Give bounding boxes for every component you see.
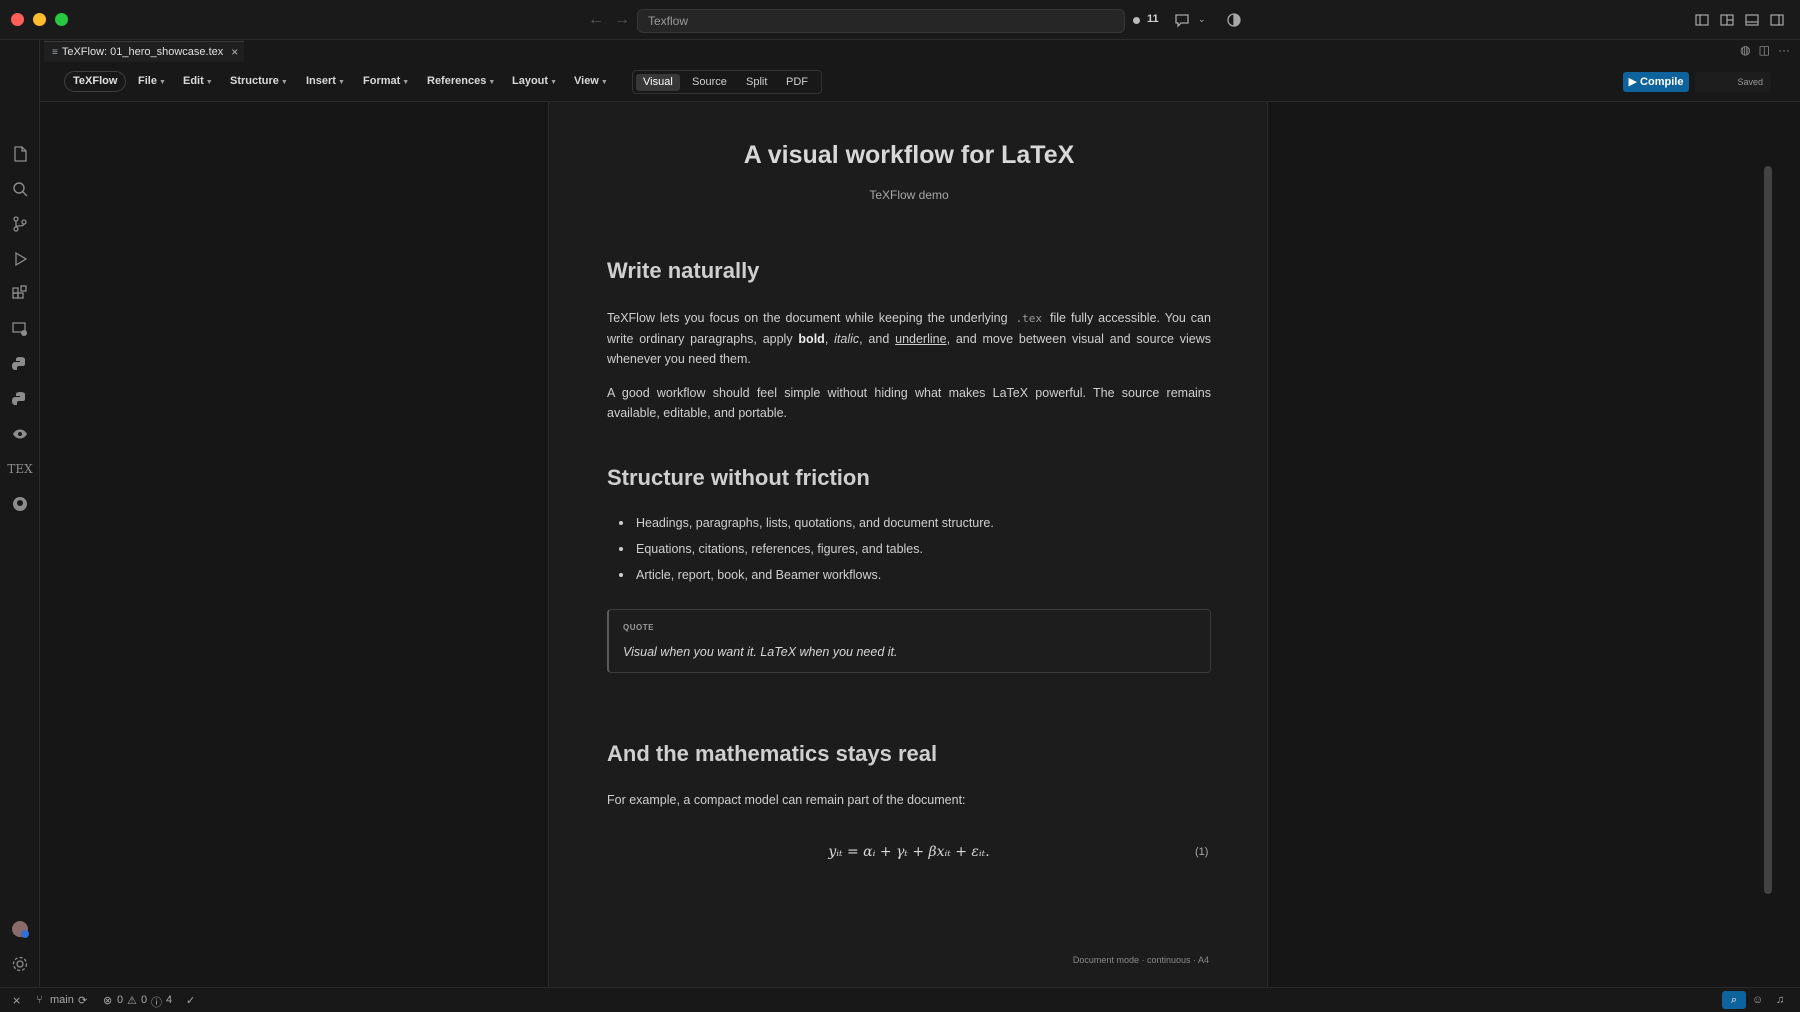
texflow-toolbar: TeXFlow File ▼ Edit ▼ Structure ▼ Insert ▼ F… [40,62,1800,102]
chevron-down-icon[interactable]: ⌄ [1198,14,1214,30]
paragraph-mathematics[interactable]: For example, a compact model can remain … [607,790,1211,810]
info-count[interactable]: 4 [166,994,172,1006]
account-avatar[interactable] [9,918,31,940]
toggle-secondary-sidebar-icon[interactable] [1769,12,1785,28]
warning-count[interactable]: 0 [141,994,147,1006]
saved-status: Saved [1695,72,1771,92]
list-item[interactable]: Article, report, book, and Beamer workfl… [607,566,1211,592]
source-control-icon[interactable] [9,213,31,235]
section-heading-structure[interactable]: Structure without friction [607,465,870,491]
warning-icon[interactable]: ⚠ [127,994,137,1007]
close-window-button[interactable] [11,13,24,26]
view-mode-switcher: Visual Source Split PDF [632,70,822,94]
tex-icon[interactable]: TEX [7,458,32,480]
chat-icon[interactable] [1174,12,1190,28]
error-count[interactable]: 0 [117,994,123,1006]
list-item[interactable]: Equations, citations, references, figure… [607,540,1211,566]
menu-view[interactable]: View ▼ [574,75,608,87]
command-center-title: Texflow [648,14,689,28]
remote-explorer-icon[interactable] [9,318,31,340]
list-item[interactable]: Headings, paragraphs, lists, quotations,… [607,514,1211,540]
zoom-search-icon[interactable]: ⌕ [1722,991,1746,1009]
italic-text: italic [834,332,860,346]
menu-structure[interactable]: Structure ▼ [230,75,288,87]
gear-icon[interactable] [9,953,31,975]
file-icon: ≡ [52,46,58,58]
view-source-button[interactable]: Source [685,74,734,91]
bold-text: bold [798,332,825,346]
menu-edit[interactable]: Edit ▼ [183,75,213,87]
brand-pill[interactable]: TeXFlow [64,71,127,92]
view-split-button[interactable]: Split [739,74,774,91]
menu-references[interactable]: References ▼ [427,75,495,87]
equation-number: (1) [1195,846,1209,858]
sync-icon[interactable]: ⟳ [78,994,87,1007]
copilot-status-icon[interactable]: ☺ [1752,994,1763,1006]
vertical-scrollbar[interactable] [1764,166,1772,894]
paragraph-write-naturally-1[interactable]: TeXFlow lets you focus on the document w… [607,308,1211,369]
info-icon[interactable]: ⓘ [151,994,162,1010]
customize-layout-icon[interactable] [1719,12,1735,28]
notification-count: 11 [1147,13,1159,25]
document-page[interactable]: A visual workflow for LaTeX TeXFlow demo… [548,102,1268,987]
run-debug-icon[interactable] [9,248,31,270]
menu-format[interactable]: Format ▼ [363,75,409,87]
editor-area: A visual workflow for LaTeX TeXFlow demo… [40,102,1800,987]
quote-label: QUOTE [623,623,654,632]
branch-icon[interactable]: ⑂ [36,994,43,1006]
search-icon[interactable] [9,178,31,200]
back-arrow-icon[interactable]: ← [588,11,604,29]
extensions-icon[interactable] [9,283,31,305]
github-icon[interactable] [9,493,31,515]
underline-text: underline [895,332,947,346]
title-bar: ← → Texflow 11 ⌄ [0,0,1800,40]
section-heading-write-naturally[interactable]: Write naturally [607,258,759,284]
close-icon[interactable]: × [231,45,238,59]
inline-code: .tex [1015,312,1043,325]
command-center[interactable]: Texflow [637,9,1125,33]
editor-tab-bar: ≡ TeXFlow: 01_hero_showcase.tex × ◍ ◫ ··… [40,40,1800,62]
unsaved-dot-icon [1133,17,1140,24]
bullet-list: Headings, paragraphs, lists, quotations,… [607,514,1211,592]
toggle-primary-sidebar-icon[interactable] [1694,12,1710,28]
forward-arrow-icon[interactable]: → [614,11,630,29]
tab-hero-showcase[interactable]: ≡ TeXFlow: 01_hero_showcase.tex × [44,41,244,62]
paragraph-write-naturally-2[interactable]: A good workflow should feel simple witho… [607,383,1211,423]
python-icon[interactable] [9,353,31,375]
display-equation[interactable]: yᵢₜ = αᵢ + γₜ + βxᵢₜ + εᵢₜ. [549,844,1269,860]
check-icon[interactable]: ✓ [186,994,195,1007]
maximize-window-button[interactable] [55,13,68,26]
copilot-icon[interactable] [1226,12,1242,28]
section-heading-mathematics[interactable]: And the mathematics stays real [607,741,937,767]
bell-icon[interactable]: ♫ [1776,994,1784,1006]
minimize-window-button[interactable] [33,13,46,26]
view-visual-button[interactable]: Visual [636,74,680,91]
menu-file[interactable]: File ▼ [138,75,166,87]
branch-name[interactable]: main [50,994,74,1006]
more-actions-icon[interactable]: ··· [1778,43,1790,57]
document-mode-footer: Document mode · continuous · A4 [1072,955,1209,965]
explorer-icon[interactable] [9,143,31,165]
split-editor-icon[interactable]: ◫ [1759,43,1770,57]
python-env-icon[interactable] [9,388,31,410]
status-bar: ⨯ ⑂ main ⟳ ⊗ 0 ⚠ 0 ⓘ 4 ✓ ⌕ ☺ ♫ [0,987,1800,1012]
document-subtitle[interactable]: TeXFlow demo [549,188,1269,202]
remote-icon[interactable]: ⨯ [12,994,21,1007]
view-pdf-button[interactable]: PDF [779,74,815,91]
document-title[interactable]: A visual workflow for LaTeX [549,141,1269,170]
quote-text[interactable]: Visual when you want it. LaTeX when you … [623,645,898,659]
activity-bar: TEX [0,40,40,987]
error-icon[interactable]: ⊗ [103,994,112,1007]
menu-layout[interactable]: Layout ▼ [512,75,557,87]
testing-icon[interactable] [9,423,31,445]
toggle-panel-icon[interactable] [1744,12,1760,28]
compile-button[interactable]: ▶ Compile [1623,72,1689,92]
open-preview-icon[interactable]: ◍ [1740,43,1750,57]
tab-label: TeXFlow: 01_hero_showcase.tex [61,46,224,58]
quote-block[interactable]: QUOTE Visual when you want it. LaTeX whe… [607,609,1211,673]
menu-insert[interactable]: Insert ▼ [306,75,345,87]
